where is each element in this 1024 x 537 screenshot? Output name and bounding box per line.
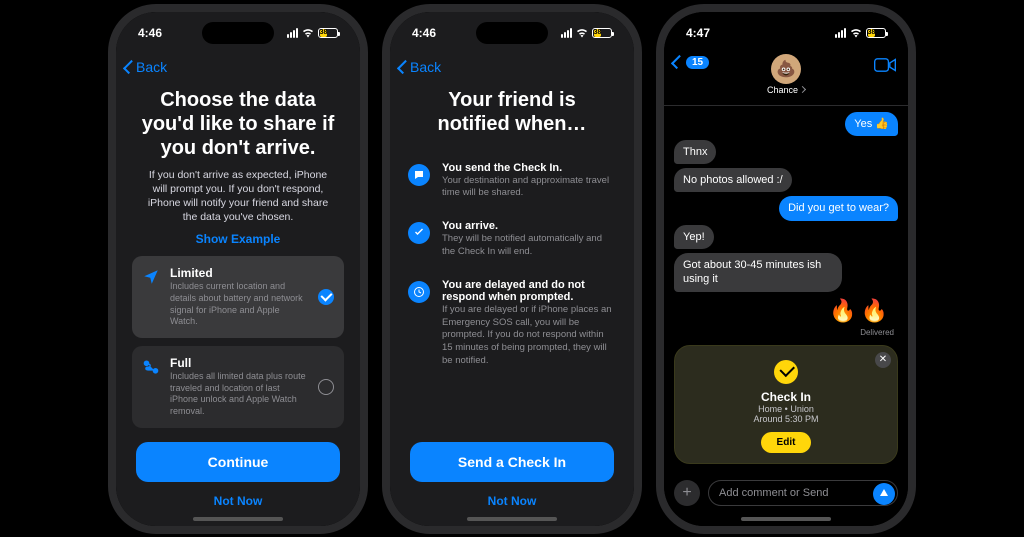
- option-limited[interactable]: Limited Includes current location and de…: [132, 256, 344, 338]
- battery-icon: 38: [318, 28, 338, 38]
- message-in[interactable]: Got about 30-45 minutes ish using it: [674, 253, 842, 292]
- info-row-send: You send the Check In. Your destination …: [406, 152, 618, 211]
- chevron-right-icon: [799, 86, 806, 93]
- checkin-card[interactable]: ✕ Check In Home • Union Around 5:30 PM E…: [674, 345, 898, 464]
- send-button[interactable]: [873, 483, 895, 505]
- location-arrow-icon: [142, 268, 160, 286]
- wifi-icon: [576, 28, 588, 38]
- message-out[interactable]: Yes 👍: [845, 112, 898, 136]
- home-indicator[interactable]: [193, 517, 283, 521]
- show-example-button[interactable]: Show Example: [132, 224, 344, 256]
- tapback-reaction[interactable]: 🔥🔥: [823, 296, 898, 324]
- chat-icon: [408, 164, 430, 186]
- dynamic-island: [476, 22, 548, 44]
- info-title: You send the Check In.: [442, 162, 616, 174]
- avatar[interactable]: 💩: [771, 54, 801, 84]
- clock-icon: [408, 281, 430, 303]
- unread-badge: 15: [686, 56, 709, 69]
- message-list[interactable]: Yes 👍 Thnx No photos allowed :/ Did you …: [664, 106, 908, 474]
- chat-header: 15 💩 Chance: [664, 52, 908, 106]
- dynamic-island: [750, 22, 822, 44]
- contact-name[interactable]: Chance: [767, 85, 805, 95]
- checkin-destination: Home • Union: [687, 404, 885, 414]
- wifi-icon: [850, 28, 862, 38]
- chevron-left-icon: [123, 59, 137, 73]
- info-title: You are delayed and do not respond when …: [442, 279, 616, 303]
- home-indicator[interactable]: [467, 517, 557, 521]
- checkin-eta: Around 5:30 PM: [687, 414, 885, 424]
- info-row-delayed: You are delayed and do not respond when …: [406, 269, 618, 378]
- radio-checked-icon: [318, 289, 334, 305]
- home-indicator[interactable]: [741, 517, 831, 521]
- info-desc: If you are delayed or if iPhone places a…: [442, 304, 616, 368]
- chevron-left-icon: [397, 59, 411, 73]
- checkin-title: Check In: [687, 390, 885, 404]
- edit-button[interactable]: Edit: [761, 432, 812, 453]
- page-title: Choose the data you'd like to share if y…: [132, 88, 344, 160]
- check-icon: [408, 222, 430, 244]
- info-desc: Your destination and approximate travel …: [442, 175, 616, 201]
- placeholder-text: Add comment or Send: [719, 487, 828, 499]
- back-label: Back: [136, 59, 167, 75]
- cellular-icon: [835, 28, 846, 38]
- continue-button[interactable]: Continue: [136, 442, 340, 482]
- info-title: You arrive.: [442, 220, 616, 232]
- option-full[interactable]: Full Includes all limited data plus rout…: [132, 346, 344, 428]
- radio-unchecked-icon: [318, 379, 334, 395]
- message-input[interactable]: Add comment or Send: [708, 480, 898, 506]
- checkin-shield-icon: [774, 360, 798, 384]
- battery-icon: 38: [592, 28, 612, 38]
- attach-button[interactable]: +: [674, 480, 700, 506]
- back-button[interactable]: Back: [400, 59, 441, 75]
- back-label: Back: [410, 59, 441, 75]
- info-desc: They will be notified automatically and …: [442, 233, 616, 259]
- cellular-icon: [287, 28, 298, 38]
- message-out[interactable]: Did you get to wear?: [779, 196, 898, 220]
- delivered-label: Delivered: [860, 328, 898, 337]
- page-subtitle: If you don't arrive as expected, iPhone …: [132, 160, 344, 225]
- back-button[interactable]: Back: [126, 59, 167, 75]
- status-time: 4:46: [138, 26, 162, 40]
- option-title: Full: [170, 356, 308, 370]
- facetime-icon[interactable]: [874, 58, 896, 72]
- phone-messages: 4:47 38 15 💩 Chance Yes 👍 Thnx No photos…: [656, 4, 916, 534]
- battery-icon: 38: [866, 28, 886, 38]
- status-time: 4:46: [412, 26, 436, 40]
- info-row-arrive: You arrive. They will be notified automa…: [406, 210, 618, 269]
- phone-notified-when: 4:46 38 Back Your friend is notified whe…: [382, 4, 642, 534]
- dynamic-island: [202, 22, 274, 44]
- cellular-icon: [561, 28, 572, 38]
- phone-checkin-data: 4:46 38 Back Choose the data you'd like …: [108, 4, 368, 534]
- close-icon[interactable]: ✕: [875, 352, 891, 368]
- wifi-icon: [302, 28, 314, 38]
- page-title: Your friend is notified when…: [406, 88, 618, 136]
- chevron-left-icon: [671, 55, 685, 69]
- route-icon: [142, 358, 160, 376]
- message-in[interactable]: Yep!: [674, 225, 714, 249]
- option-title: Limited: [170, 266, 308, 280]
- option-desc: Includes all limited data plus route tra…: [170, 371, 308, 418]
- option-desc: Includes current location and details ab…: [170, 281, 308, 328]
- status-time: 4:47: [686, 26, 710, 40]
- message-in[interactable]: No photos allowed :/: [674, 168, 792, 192]
- message-in[interactable]: Thnx: [674, 140, 716, 164]
- back-button[interactable]: 15: [674, 56, 709, 69]
- send-checkin-button[interactable]: Send a Check In: [410, 442, 614, 482]
